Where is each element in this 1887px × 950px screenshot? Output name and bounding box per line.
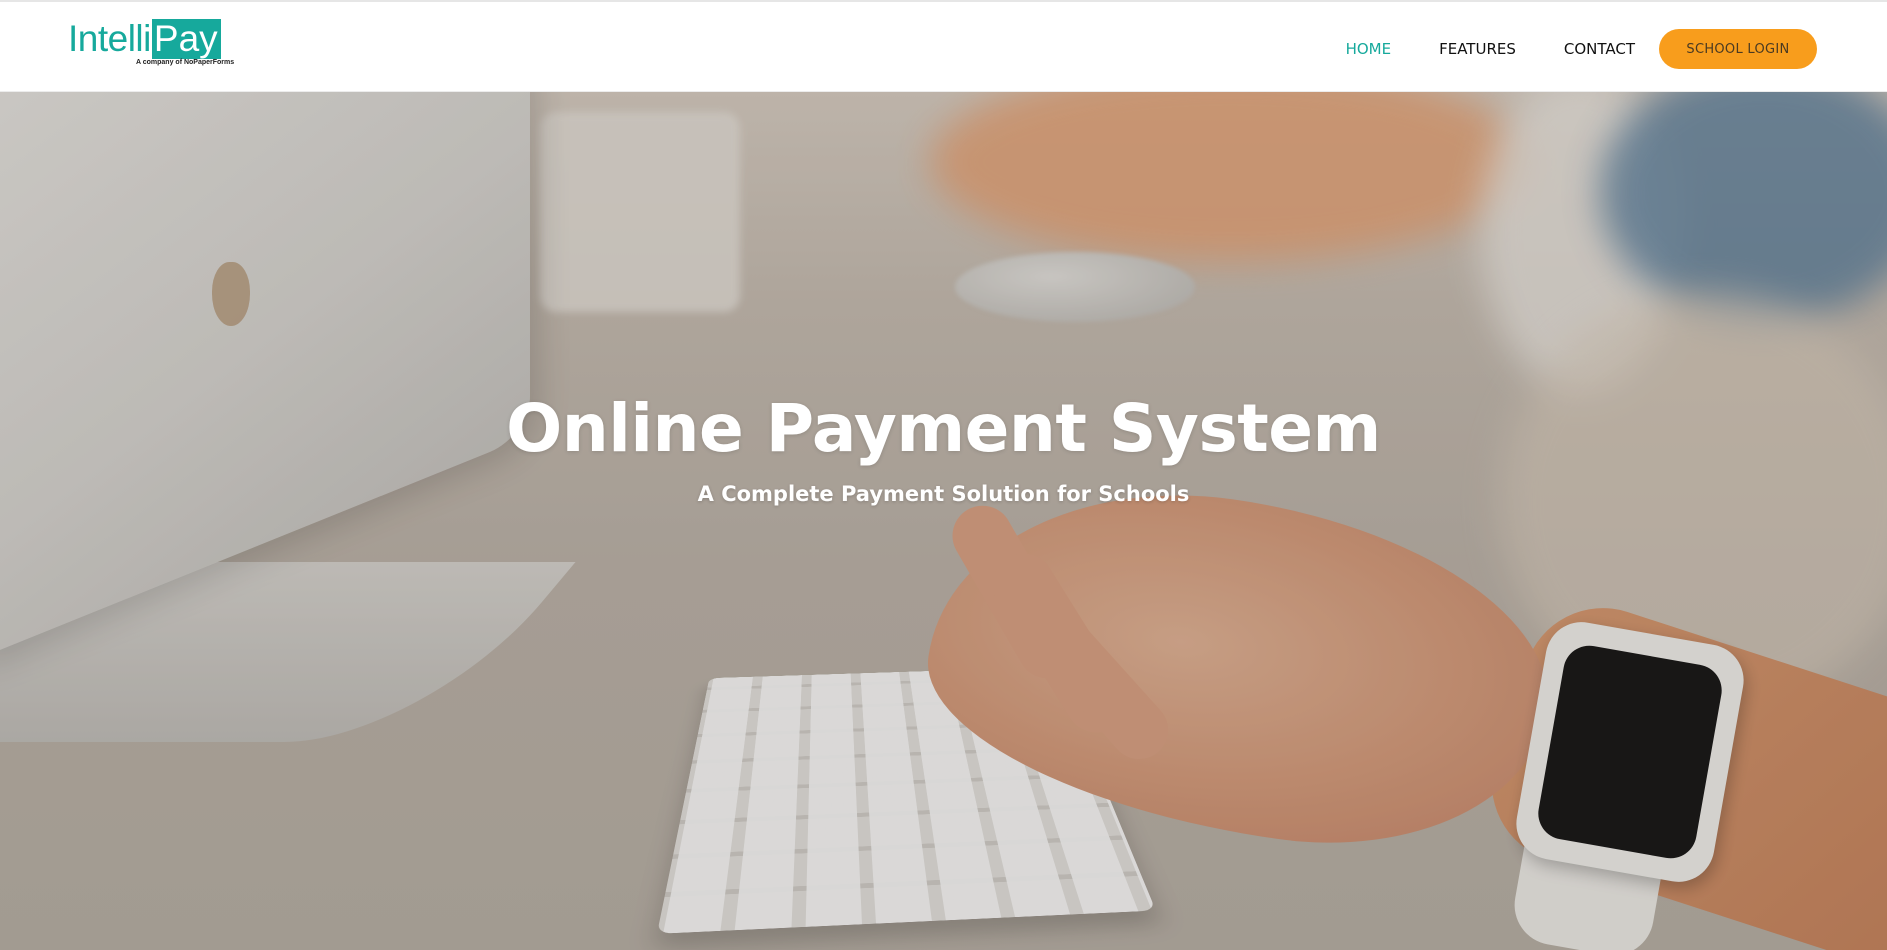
hero-title: Online Payment System [506,390,1381,467]
logo-text-intelli: Intelli [68,18,151,59]
nav-link-contact[interactable]: CONTACT [1564,29,1635,69]
hero-overlay [0,92,1887,950]
nav-link-features[interactable]: FEATURES [1439,29,1516,69]
school-login-button[interactable]: SCHOOL LOGIN [1659,29,1817,69]
main-nav: HOME FEATURES CONTACT SCHOOL LOGIN [1298,29,1817,69]
page: Intelli Pay A company of NoPaperForms HO… [0,0,1887,950]
hero-section: Online Payment System A Complete Payment… [0,92,1887,950]
hero-subtitle: A Complete Payment Solution for Schools [697,482,1190,506]
logo-text-pay: Pay [151,19,221,59]
intellipay-logo[interactable]: Intelli Pay A company of NoPaperForms [68,19,234,69]
nav-link-home[interactable]: HOME [1346,29,1392,69]
logo-tagline: A company of NoPaperForms [136,59,235,66]
logo-wordmark: Intelli Pay [68,19,221,59]
site-header: Intelli Pay A company of NoPaperForms HO… [0,2,1887,92]
